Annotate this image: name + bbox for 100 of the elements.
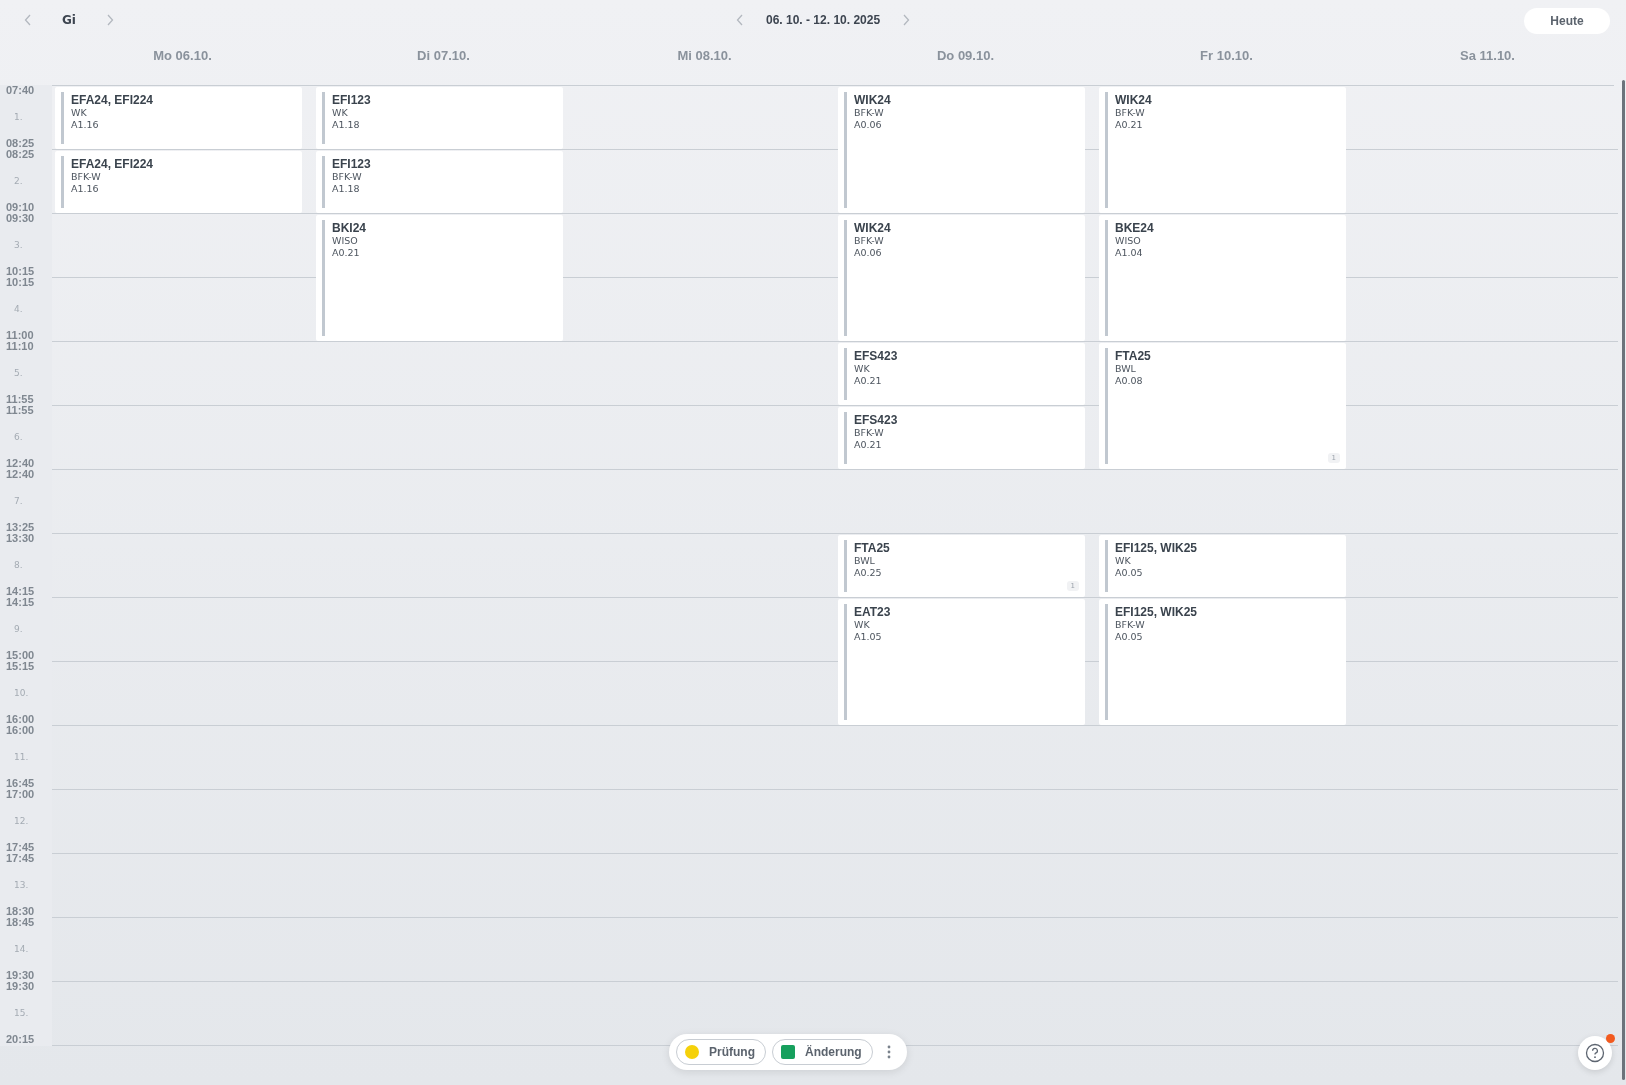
period-number: 4. — [13, 304, 24, 314]
lesson-subject: WISO — [332, 235, 359, 246]
lesson-subject: BFK-W — [1115, 619, 1146, 630]
day-header: Fr 10.10. — [1199, 47, 1254, 63]
lesson-card[interactable]: EFS423 BFK-W A0.21 — [838, 407, 1085, 469]
period-number: 10. — [13, 688, 30, 698]
lesson-card[interactable]: EFA24, EFI224 WK A1.16 — [55, 87, 302, 149]
lesson-card[interactable]: EAT23 WK A1.05 — [838, 599, 1085, 725]
lesson-card[interactable]: EFI123 BFK-W A1.18 — [316, 151, 563, 213]
lesson-card[interactable]: EFI125, WIK25 BFK-W A0.05 — [1099, 599, 1346, 725]
lesson-card[interactable]: WIK24 BFK-W A0.06 — [838, 87, 1085, 213]
lesson-card[interactable]: BKI24 WISO A0.21 — [316, 215, 563, 341]
chevron-left-icon — [736, 14, 744, 26]
class-label: Gi — [62, 13, 76, 27]
lesson-subject: WISO — [1115, 235, 1142, 246]
end-time: 18:30 — [6, 906, 36, 917]
lesson-bar — [322, 156, 325, 208]
lesson-room: A0.05 — [1115, 566, 1144, 580]
end-time: 12:40 — [6, 458, 36, 469]
lesson-room: A0.21 — [854, 438, 883, 452]
period-number: 9. — [13, 624, 24, 634]
end-time: 11:55 — [6, 394, 35, 405]
start-time: 11:10 — [6, 341, 35, 352]
period-number: 11. — [13, 752, 30, 762]
lesson-bar — [61, 156, 64, 208]
lesson-subject: BFK-W — [854, 427, 885, 438]
legend-chip[interactable]: Prüfung — [676, 1039, 766, 1065]
day-header: Sa 11.10. — [1459, 47, 1516, 63]
start-time: 11:55 — [6, 405, 35, 416]
end-time: 11:00 — [6, 330, 35, 341]
lesson-bar — [61, 92, 64, 144]
start-time: 17:00 — [6, 789, 36, 800]
start-time: 16:00 — [6, 725, 36, 736]
day-header: Mo 06.10. — [152, 47, 213, 63]
end-time: 08:25 — [6, 138, 36, 149]
help-icon — [1585, 1043, 1605, 1063]
end-time: 15:00 — [6, 650, 36, 661]
lesson-subject: BFK-W — [71, 171, 102, 182]
lesson-card[interactable]: EFI125, WIK25 WK A0.05 — [1099, 535, 1346, 597]
end-time: 13:25 — [6, 522, 36, 533]
lesson-classes: EFI123 — [332, 157, 371, 171]
period-number: 13. — [13, 880, 30, 890]
lesson-classes: EFI123 — [332, 93, 371, 107]
start-time: 09:30 — [6, 213, 36, 224]
period-number: 3. — [13, 240, 24, 250]
end-time: 19:30 — [6, 970, 36, 981]
lesson-card[interactable]: WIK24 BFK-W A0.21 — [1099, 87, 1346, 213]
lesson-classes: WIK24 — [854, 221, 891, 235]
start-time: 14:15 — [6, 597, 36, 608]
period-number: 2. — [13, 176, 24, 186]
lesson-classes: EAT23 — [854, 605, 891, 619]
lesson-room: A0.25 — [854, 566, 883, 580]
end-time: 14:15 — [6, 586, 36, 597]
lesson-classes: EFA24, EFI224 — [71, 157, 154, 171]
end-time: 17:45 — [6, 842, 36, 853]
lesson-classes: FTA25 — [854, 541, 890, 555]
lesson-room: A0.08 — [1115, 374, 1144, 388]
lesson-subject: WK — [332, 107, 349, 118]
end-time: 20:15 — [6, 1034, 36, 1045]
lesson-subject: BFK-W — [854, 107, 885, 118]
period-number: 5. — [13, 368, 24, 378]
period-number: 1. — [13, 112, 24, 122]
lesson-card[interactable]: EFS423 WK A0.21 — [838, 343, 1085, 405]
lesson-room: A0.21 — [1115, 118, 1144, 132]
help-button[interactable] — [1578, 1036, 1612, 1070]
lesson-classes: BKI24 — [332, 221, 366, 235]
today-button[interactable]: Heute — [1524, 7, 1610, 34]
lesson-bar — [844, 348, 847, 400]
week-range: 06. 10. - 12. 10. 2025 — [766, 13, 881, 27]
lesson-room: A1.05 — [854, 630, 883, 644]
lesson-subject: BWL — [1115, 363, 1137, 374]
lesson-subject: BFK-W — [1115, 107, 1146, 118]
lesson-card[interactable]: BKE24 WISO A1.04 — [1099, 215, 1346, 341]
scrollbar-thumb[interactable] — [1622, 80, 1625, 1080]
lesson-card[interactable]: WIK24 BFK-W A0.06 — [838, 215, 1085, 341]
chevron-left-icon — [24, 14, 32, 26]
lesson-subject: WK — [1115, 555, 1132, 566]
lesson-room: A0.06 — [854, 118, 883, 132]
lesson-bar — [1105, 540, 1108, 592]
end-time: 16:45 — [6, 778, 36, 789]
lesson-room: A0.21 — [854, 374, 883, 388]
end-time: 09:10 — [6, 202, 36, 213]
legend-chip[interactable]: Änderung — [772, 1039, 873, 1065]
start-time: 19:30 — [6, 981, 36, 992]
start-time: 12:40 — [6, 469, 36, 480]
lesson-bar — [322, 92, 325, 144]
start-time: 07:40 — [6, 85, 36, 96]
lesson-card[interactable]: EFA24, EFI224 BFK-W A1.16 — [55, 151, 302, 213]
lesson-subject: BWL — [854, 555, 876, 566]
lesson-room: A0.21 — [332, 246, 361, 260]
period-number: 6. — [13, 432, 24, 442]
lesson-room: A1.18 — [332, 182, 361, 196]
lesson-classes: BKE24 — [1115, 221, 1154, 235]
lesson-card[interactable]: EFI123 WK A1.18 — [316, 87, 563, 149]
lesson-room: A1.16 — [71, 182, 100, 196]
lesson-room: A0.06 — [854, 246, 883, 260]
lesson-bar — [844, 412, 847, 464]
lesson-classes: EFA24, EFI224 — [71, 93, 154, 107]
start-time: 17:45 — [6, 853, 36, 864]
chevron-right-icon — [105, 14, 114, 26]
